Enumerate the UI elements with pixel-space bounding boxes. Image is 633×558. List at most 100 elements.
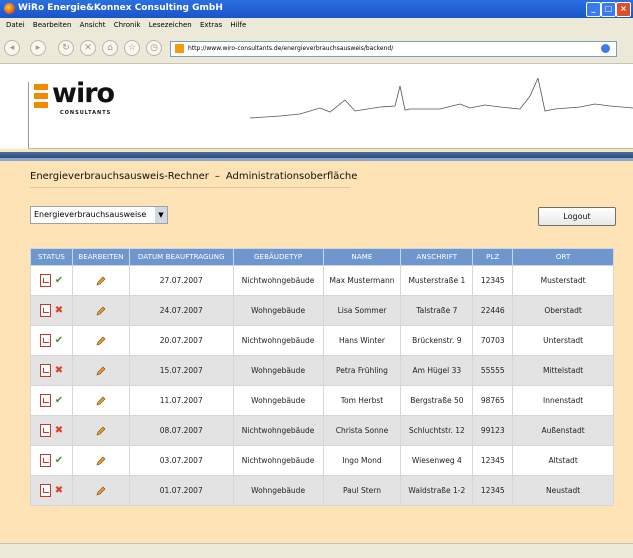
header-divider-horizontal bbox=[28, 148, 633, 149]
edit-cell bbox=[71, 445, 130, 476]
col-header-plz[interactable]: PLZ bbox=[472, 248, 514, 266]
address-cell: Talstraße 7 bbox=[400, 295, 474, 326]
page-title: Energieverbrauchsausweis-Rechner – Adminis… bbox=[30, 171, 357, 182]
logo-bar-top bbox=[34, 84, 48, 90]
menu-lesezeichen[interactable]: Lesezeichen bbox=[149, 21, 192, 29]
maximize-button[interactable]: □ bbox=[601, 2, 616, 17]
history-icon[interactable]: ◷ bbox=[146, 40, 162, 56]
forward-icon[interactable]: ▸ bbox=[30, 40, 46, 56]
name-cell: Ingo Mond bbox=[322, 445, 402, 476]
pdf-icon[interactable] bbox=[39, 454, 51, 467]
table-row: ✔ 27.07.2007 Nichtwohngebäude Max Muster… bbox=[30, 265, 614, 296]
table-row: ✔ 03.07.2007 Nichtwohngebäude Ingo Mond … bbox=[30, 445, 614, 476]
logout-button[interactable]: Logout bbox=[538, 207, 616, 226]
edit-cell bbox=[71, 385, 130, 416]
home-icon[interactable]: ⌂ bbox=[102, 40, 118, 56]
col-header-ort[interactable]: ORT bbox=[512, 248, 614, 266]
date-cell: 03.07.2007 bbox=[128, 445, 234, 476]
close-button[interactable]: × bbox=[616, 2, 631, 17]
status-bar bbox=[0, 543, 633, 558]
pencil-icon[interactable] bbox=[96, 396, 106, 406]
url-input[interactable]: http://www.wiro-consultants.de/energieve… bbox=[170, 41, 617, 57]
pencil-icon[interactable] bbox=[96, 426, 106, 436]
name-cell: Tom Herbst bbox=[322, 385, 402, 416]
table-row: ✔ 11.07.2007 Wohngebäude Tom Herbst Berg… bbox=[30, 385, 614, 416]
header-divider-vertical bbox=[28, 82, 29, 149]
address-cell: Brückenstr. 9 bbox=[400, 325, 474, 356]
col-header-name[interactable]: NAME bbox=[322, 248, 402, 266]
menu-bearbeiten[interactable]: Bearbeiten bbox=[33, 21, 71, 29]
pencil-icon[interactable] bbox=[96, 486, 106, 496]
heartbeat-line-graphic bbox=[250, 78, 633, 119]
menu-ansicht[interactable]: Ansicht bbox=[80, 21, 106, 29]
logo-wordmark: wiro bbox=[52, 78, 115, 109]
pdf-icon[interactable] bbox=[39, 304, 51, 317]
col-header-bearbeiten[interactable]: BEARBEITEN bbox=[71, 248, 130, 266]
table-row: ✖ 15.07.2007 Wohngebäude Petra Frühling … bbox=[30, 355, 614, 386]
plz-cell: 22446 bbox=[472, 295, 514, 326]
date-cell: 01.07.2007 bbox=[128, 475, 234, 506]
pdf-icon[interactable] bbox=[39, 334, 51, 347]
pdf-icon[interactable] bbox=[39, 424, 51, 437]
pdf-icon[interactable] bbox=[39, 394, 51, 407]
pencil-icon[interactable] bbox=[96, 336, 106, 346]
back-icon[interactable]: ◂ bbox=[4, 40, 20, 56]
status-cell: ✔ bbox=[30, 265, 73, 296]
pdf-icon[interactable] bbox=[39, 274, 51, 287]
go-icon[interactable] bbox=[601, 44, 610, 53]
menu-extras[interactable]: Extras bbox=[200, 21, 222, 29]
reload-icon[interactable]: ↻ bbox=[58, 40, 74, 56]
site-header: wiro CONSULTANTS bbox=[0, 64, 633, 149]
city-cell: Innenstadt bbox=[512, 385, 614, 416]
menu-chronik[interactable]: Chronik bbox=[114, 21, 141, 29]
table-row: ✔ 20.07.2007 Nichtwohngebäude Hans Winte… bbox=[30, 325, 614, 356]
minimize-button[interactable]: _ bbox=[586, 2, 601, 17]
bookmark-icon[interactable]: ☆ bbox=[124, 40, 140, 56]
edit-cell bbox=[71, 295, 130, 326]
address-cell: Am Hügel 33 bbox=[400, 355, 474, 386]
name-cell: Max Mustermann bbox=[322, 265, 402, 296]
plz-cell: 12345 bbox=[472, 265, 514, 296]
city-cell: Oberstadt bbox=[512, 295, 614, 326]
status-cell: ✖ bbox=[30, 295, 73, 326]
city-cell: Außenstadt bbox=[512, 415, 614, 446]
menu-datei[interactable]: Datei bbox=[6, 21, 25, 29]
col-header-status[interactable]: STATUS bbox=[30, 248, 73, 266]
pencil-icon[interactable] bbox=[96, 456, 106, 466]
edit-cell bbox=[71, 475, 130, 506]
city-cell: Musterstadt bbox=[512, 265, 614, 296]
pdf-icon[interactable] bbox=[39, 484, 51, 497]
plz-cell: 12345 bbox=[472, 445, 514, 476]
cross-icon: ✖ bbox=[54, 365, 64, 376]
pencil-icon[interactable] bbox=[96, 366, 106, 376]
edit-cell bbox=[71, 415, 130, 446]
col-header-gebaeudetyp[interactable]: GEBÄUDETYP bbox=[232, 248, 324, 266]
col-header-datum[interactable]: DATUM BEAUFTRAGUNG bbox=[128, 248, 234, 266]
menu-hilfe[interactable]: Hilfe bbox=[230, 21, 246, 29]
building-type-cell: Nichtwohngebäude bbox=[232, 445, 324, 476]
pencil-icon[interactable] bbox=[96, 276, 106, 286]
status-cell: ✔ bbox=[30, 325, 73, 356]
table-body: ✔ 27.07.2007 Nichtwohngebäude Max Muster… bbox=[30, 265, 614, 506]
status-cell: ✖ bbox=[30, 355, 73, 386]
table-row: ✖ 24.07.2007 Wohngebäude Lisa Sommer Tal… bbox=[30, 295, 614, 326]
logo-subtitle: CONSULTANTS bbox=[60, 110, 112, 116]
city-cell: Neustadt bbox=[512, 475, 614, 506]
table-header-row: STATUS BEARBEITEN DATUM BEAUFTRAGUNG GEB… bbox=[30, 248, 614, 266]
cross-icon: ✖ bbox=[54, 425, 64, 436]
name-cell: Christa Sonne bbox=[322, 415, 402, 446]
pdf-icon[interactable] bbox=[39, 364, 51, 377]
building-type-cell: Wohngebäude bbox=[232, 475, 324, 506]
col-header-anschrift[interactable]: ANSCHRIFT bbox=[400, 248, 474, 266]
building-type-cell: Nichtwohngebäude bbox=[232, 415, 324, 446]
page-title-text: Energieverbrauchsausweis-Rechner bbox=[30, 171, 209, 182]
pencil-icon[interactable] bbox=[96, 306, 106, 316]
chevron-down-icon[interactable]: ▼ bbox=[155, 207, 167, 223]
orders-table: STATUS BEARBEITEN DATUM BEAUFTRAGUNG GEB… bbox=[30, 248, 614, 506]
plz-cell: 55555 bbox=[472, 355, 514, 386]
address-cell: Schluchtstr. 12 bbox=[400, 415, 474, 446]
date-cell: 15.07.2007 bbox=[128, 355, 234, 386]
stop-icon[interactable]: ✕ bbox=[80, 40, 96, 56]
category-select[interactable]: Energieverbrauchsausweise ▼ bbox=[30, 206, 168, 224]
edit-cell bbox=[71, 265, 130, 296]
